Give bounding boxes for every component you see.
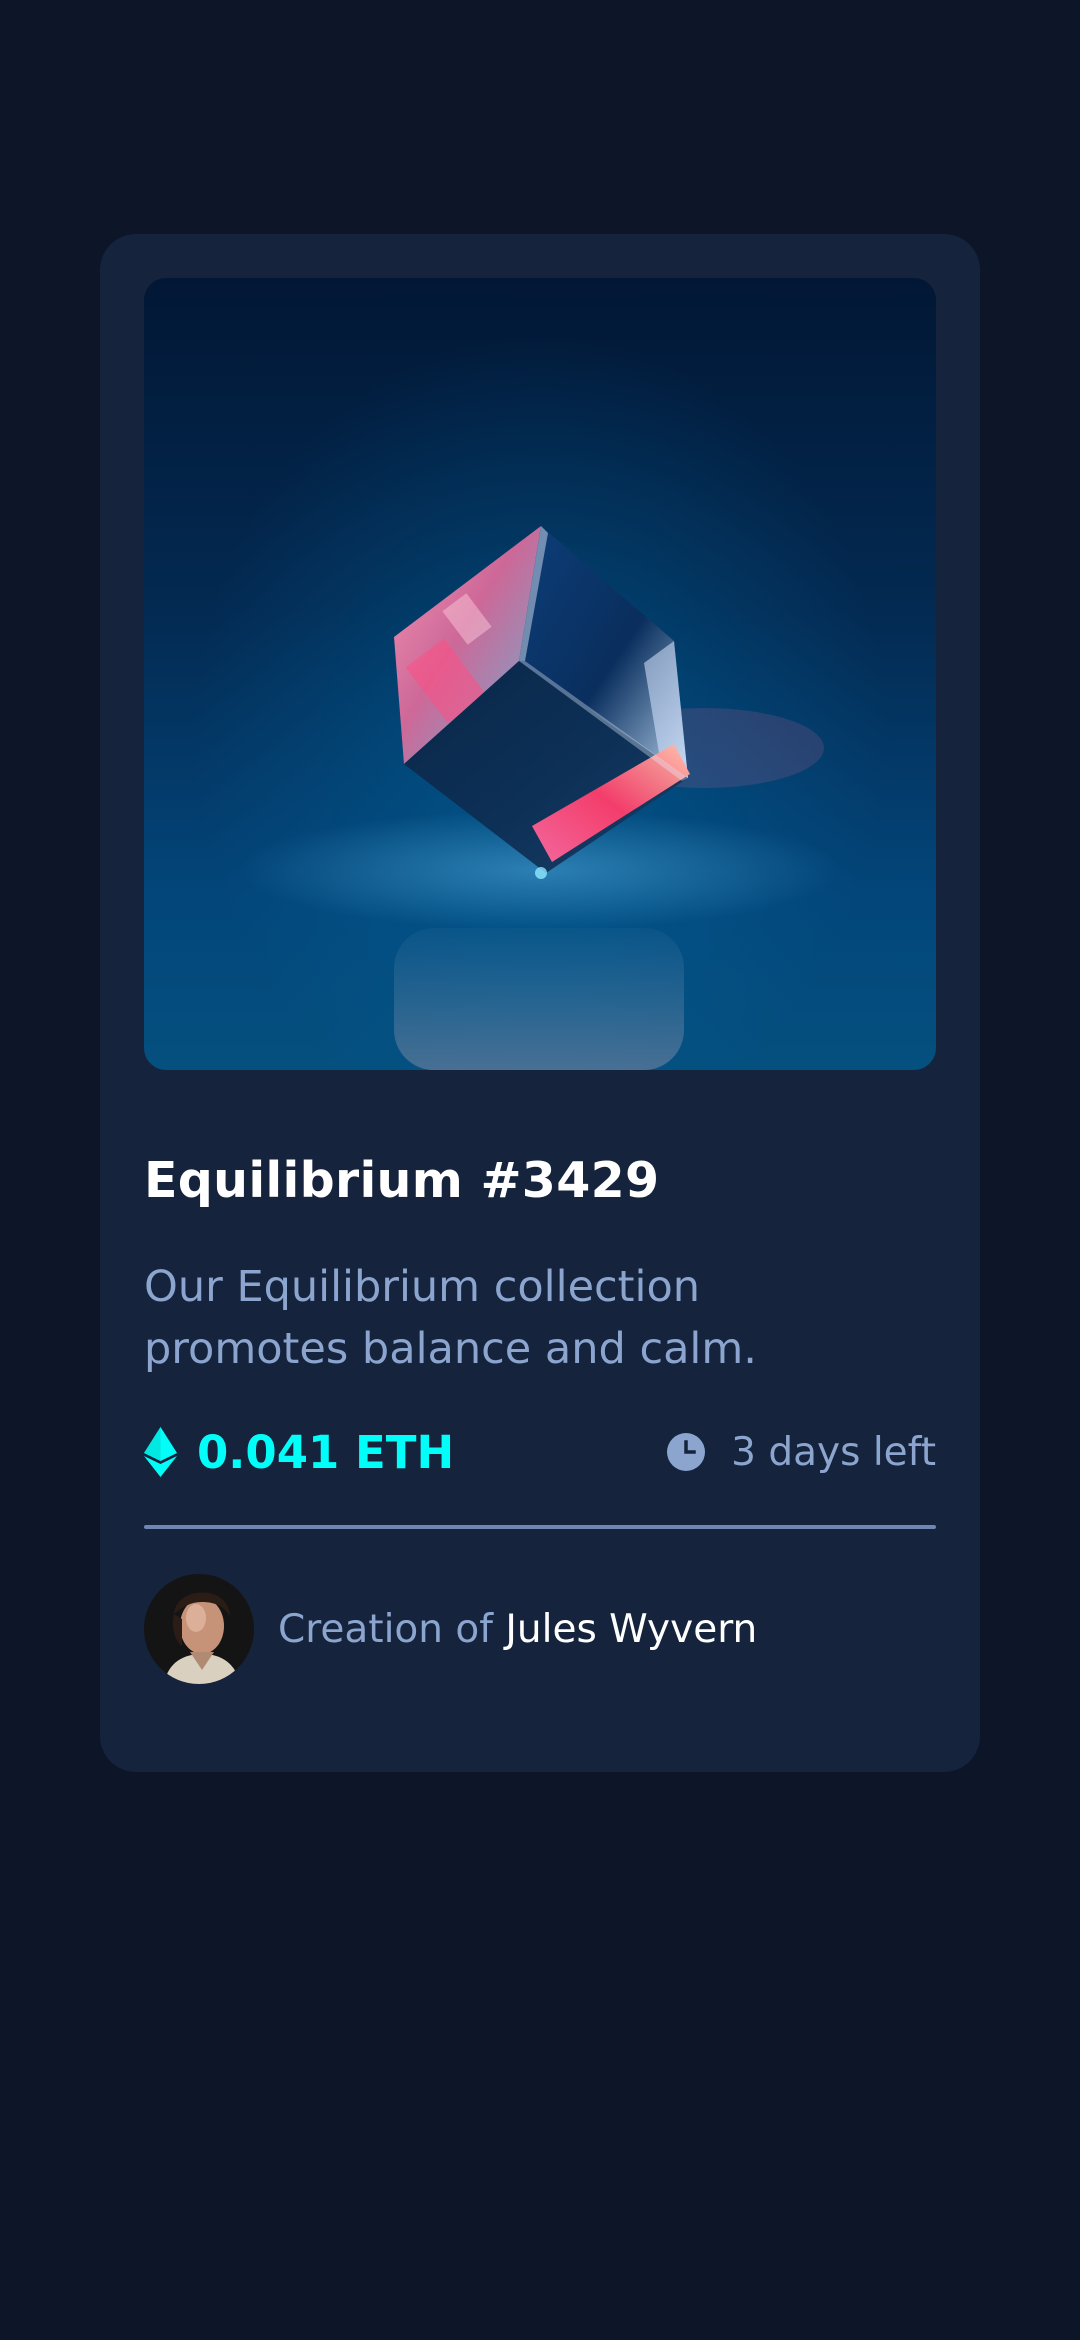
nft-description: Our Equilibrium collection promotes bala…: [144, 1262, 757, 1374]
time-left-text: 3 days left: [731, 1429, 936, 1475]
avatar: [144, 1574, 254, 1684]
price: 0.041 ETH: [144, 1424, 454, 1480]
clock-icon: [667, 1433, 706, 1471]
ethereum-icon: [144, 1427, 177, 1477]
nft-image[interactable]: [144, 278, 936, 1070]
price-value: 0.041 ETH: [197, 1425, 455, 1479]
cube-artwork: [240, 526, 840, 1070]
creator-row: Creation of Jules Wyvern: [144, 1574, 757, 1684]
nft-card: Equilibrium #3429 Our Equilibrium collec…: [100, 234, 980, 1772]
creator-prefix: Creation of: [278, 1606, 493, 1652]
creator-name-link[interactable]: Jules Wyvern: [505, 1607, 757, 1652]
divider: [144, 1525, 936, 1529]
nft-title[interactable]: Equilibrium #3429: [144, 1152, 659, 1209]
time-remaining: 3 days left: [667, 1424, 936, 1480]
